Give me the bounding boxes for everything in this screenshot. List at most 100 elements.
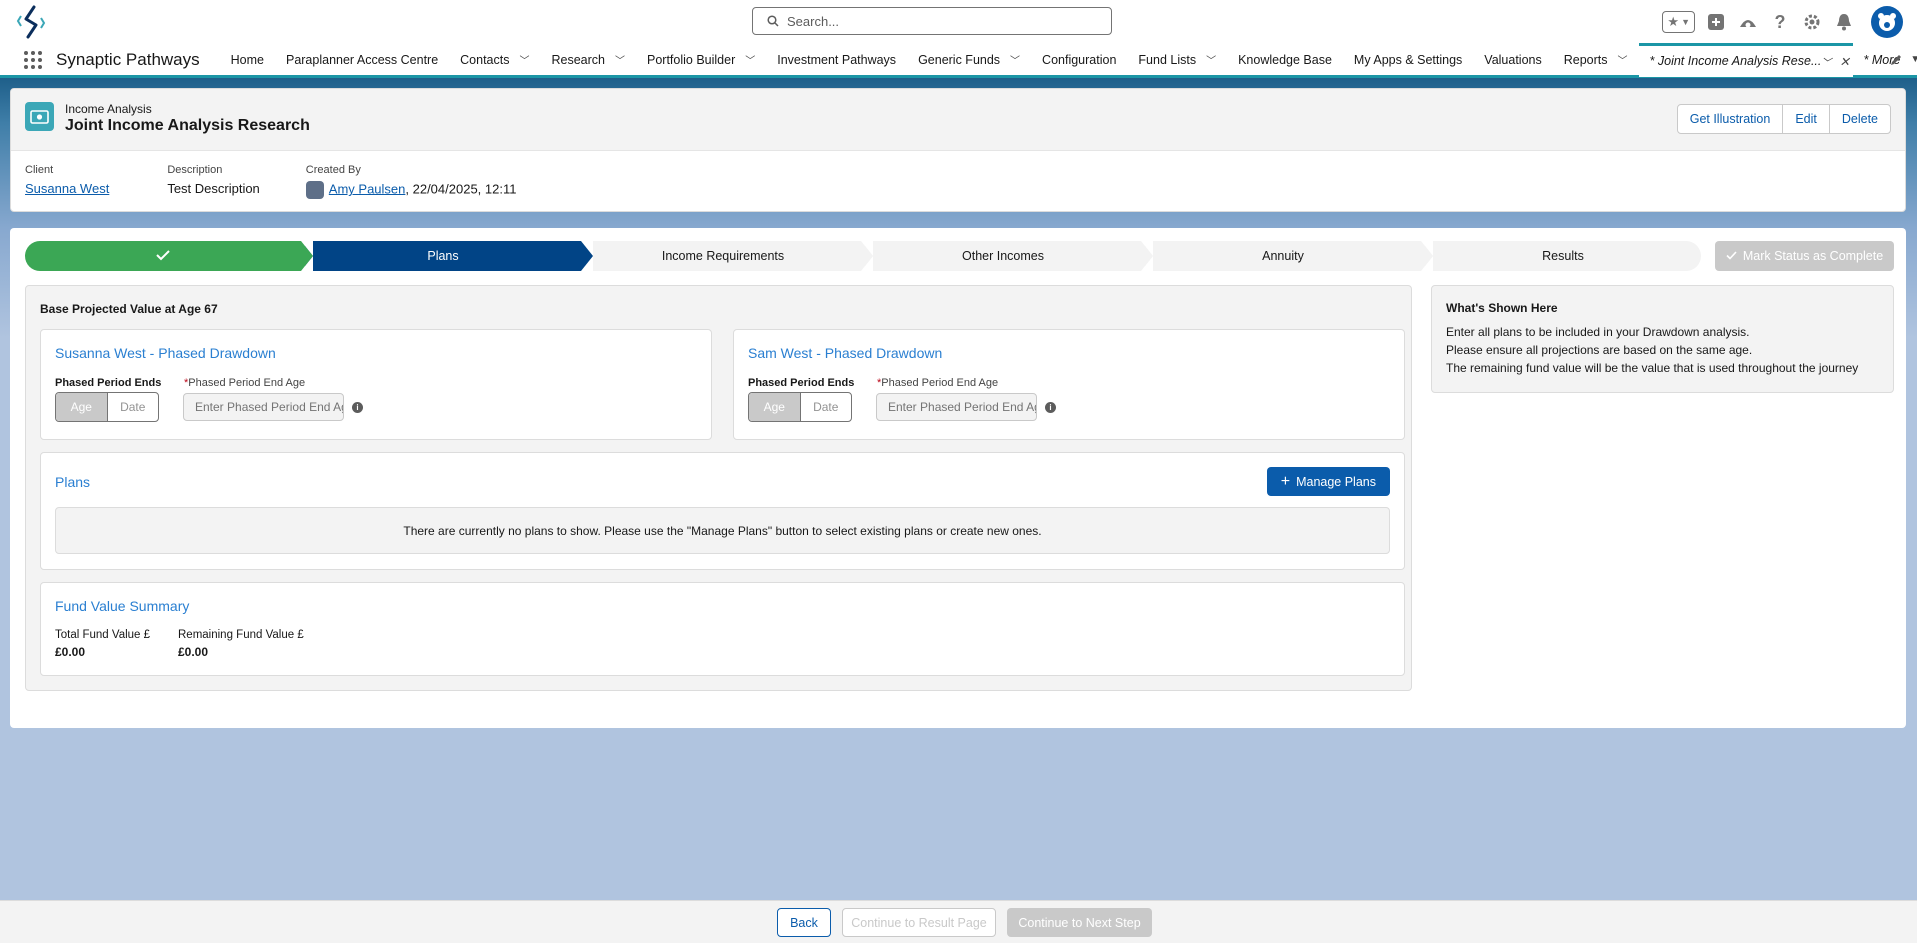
- chevron-down-icon[interactable]: ﹀: [1821, 54, 1831, 69]
- app-launcher-icon[interactable]: [24, 49, 42, 71]
- person1-end-age-input[interactable]: Enter Phased Period End Age: [183, 393, 344, 421]
- chevron-down-icon[interactable]: ﹀: [1010, 52, 1020, 67]
- income-analysis-record-icon: [25, 102, 54, 131]
- chevron-down-icon[interactable]: ﹀: [745, 52, 755, 67]
- client-field: Client Susanna West: [25, 164, 109, 199]
- toggle-date-option[interactable]: Date: [801, 393, 852, 421]
- help-line: Enter all plans to be included in your D…: [1446, 325, 1750, 339]
- created-date: , 22/04/2025, 12:11: [405, 181, 517, 197]
- edit-nav-pencil-icon[interactable]: [1889, 53, 1903, 70]
- checkmark-icon: [156, 249, 170, 264]
- client-label: Client: [25, 164, 54, 176]
- app-name: Synaptic Pathways: [56, 49, 200, 69]
- nav-item-paraplanner-access-centre[interactable]: Paraplanner Access Centre: [275, 43, 449, 77]
- remaining-fund-value-label: Remaining Fund Value £: [178, 629, 304, 641]
- footer-bar: Back Continue to Result Page Continue to…: [0, 900, 1917, 943]
- nav-more-menu[interactable]: * More ▼: [1853, 43, 1917, 77]
- favorites-button[interactable]: ★ ▼: [1662, 11, 1695, 33]
- fund-value-summary-box: Fund Value Summary Total Fund Value £ £0…: [40, 582, 1405, 676]
- search-icon: [767, 15, 779, 27]
- info-icon[interactable]: i: [1045, 402, 1056, 413]
- nav-item-configuration[interactable]: Configuration: [1031, 43, 1127, 77]
- toggle-date-option[interactable]: Date: [108, 393, 159, 421]
- created-by-label: Created By: [305, 164, 361, 176]
- nav-item-my-apps-settings[interactable]: My Apps & Settings: [1343, 43, 1473, 77]
- nav-item-reports[interactable]: Reports ﹀: [1553, 43, 1639, 77]
- chevron-down-icon[interactable]: ﹀: [1618, 52, 1628, 67]
- nav-item-home[interactable]: Home: [220, 43, 275, 77]
- chevron-down-icon[interactable]: ﹀: [615, 52, 625, 67]
- nav-item-fund-lists[interactable]: Fund Lists ﹀: [1127, 43, 1227, 77]
- add-icon: +: [1280, 472, 1291, 490]
- record-header-title-bar: Income Analysis Joint Income Analysis Re…: [11, 89, 1905, 151]
- nav-item-knowledge-base[interactable]: Knowledge Base: [1227, 43, 1343, 77]
- created-by-field: Created By Amy Paulsen, 22/04/2025, 12:1…: [305, 164, 517, 199]
- app-logo-icon[interactable]: [14, 4, 48, 40]
- plans-heading[interactable]: Plans: [55, 474, 90, 490]
- person2-drawdown-box: Sam West - Phased Drawdown Phased Period…: [733, 329, 1405, 440]
- person1-drawdown-box: Susanna West - Phased Drawdown Phased Pe…: [40, 329, 712, 440]
- person2-drawdown-heading[interactable]: Sam West - Phased Drawdown: [748, 345, 942, 361]
- record-title: Joint Income Analysis Research: [65, 117, 310, 134]
- help-panel: What's Shown Here Enter all plans to be …: [1431, 285, 1894, 393]
- path-step-annuity[interactable]: Annuity: [1141, 241, 1433, 271]
- toggle-age-option[interactable]: Age: [749, 393, 801, 421]
- path-step-income-requirements[interactable]: Income Requirements: [581, 241, 873, 271]
- chevron-down-icon: ▼: [1681, 17, 1690, 27]
- phased-period-ends-label: Phased Period Ends: [748, 377, 855, 389]
- search-placeholder: Search...: [787, 13, 840, 29]
- setup-gear-icon[interactable]: [1801, 11, 1823, 33]
- trailhead-icon[interactable]: [1737, 11, 1759, 33]
- chevron-down-icon[interactable]: ﹀: [520, 52, 530, 67]
- continue-to-next-step-button[interactable]: Continue to Next Step: [1007, 908, 1152, 937]
- tab-joint-income-analysis[interactable]: * Joint Income Analysis Rese... ﹀ ✕: [1638, 42, 1853, 77]
- total-fund-value: £0.00: [55, 645, 86, 659]
- info-icon[interactable]: i: [352, 402, 363, 413]
- continue-to-result-button[interactable]: Continue to Result Page: [842, 908, 996, 937]
- person1-drawdown-heading[interactable]: Susanna West - Phased Drawdown: [55, 345, 276, 361]
- mark-status-complete-button[interactable]: Mark Status as Complete: [1715, 241, 1894, 271]
- fund-value-summary-heading[interactable]: Fund Value Summary: [55, 598, 189, 614]
- notifications-bell-icon[interactable]: [1833, 11, 1855, 33]
- toggle-age-option[interactable]: Age: [56, 393, 108, 421]
- nav-item-portfolio-builder[interactable]: Portfolio Builder ﹀: [636, 43, 766, 77]
- no-plans-message: There are currently no plans to show. Pl…: [55, 507, 1390, 554]
- help-line: Please ensure all projections are based …: [1446, 343, 1753, 357]
- app-navigation-bar: Synaptic Pathways Home Paraplanner Acces…: [0, 42, 1917, 78]
- edit-button[interactable]: Edit: [1783, 105, 1830, 133]
- checkmark-icon: [1726, 249, 1737, 263]
- client-link[interactable]: Susanna West: [25, 181, 109, 196]
- back-button[interactable]: Back: [777, 908, 831, 937]
- user-avatar[interactable]: [1871, 6, 1903, 38]
- caret-down-icon: ▼: [1910, 54, 1917, 65]
- global-search-input[interactable]: Search...: [752, 7, 1112, 35]
- person2-end-age-input[interactable]: Enter Phased Period End Age: [876, 393, 1037, 421]
- record-action-buttons: Get Illustration Edit Delete: [1676, 104, 1891, 134]
- nav-item-generic-funds[interactable]: Generic Funds ﹀: [907, 43, 1031, 77]
- base-projected-value-title: Base Projected Value at Age 67: [40, 302, 218, 316]
- active-tab-label: * Joint Income Analysis Rese...: [1649, 54, 1822, 68]
- remaining-fund-value-field: Remaining Fund Value £ £0.00: [178, 629, 304, 659]
- nav-item-valuations[interactable]: Valuations: [1473, 43, 1552, 77]
- get-illustration-button[interactable]: Get Illustration: [1678, 105, 1784, 133]
- person1-ends-toggle[interactable]: Age Date: [55, 392, 159, 422]
- creator-link[interactable]: Amy Paulsen: [329, 181, 406, 196]
- close-tab-icon[interactable]: ✕: [1839, 54, 1849, 69]
- manage-plans-button[interactable]: + Manage Plans: [1266, 467, 1390, 496]
- nav-item-investment-pathways[interactable]: Investment Pathways: [766, 43, 907, 77]
- path-step-other-incomes[interactable]: Other Incomes: [861, 241, 1153, 271]
- star-icon: ★: [1667, 14, 1680, 29]
- path-step-results[interactable]: Results: [1421, 241, 1701, 271]
- help-icon[interactable]: ?: [1769, 11, 1791, 33]
- global-actions-icon[interactable]: [1705, 11, 1727, 33]
- nav-item-contacts[interactable]: Contacts ﹀: [449, 43, 540, 77]
- chevron-down-icon[interactable]: ﹀: [1206, 52, 1216, 67]
- phased-period-end-age-label: Phased Period End Age: [188, 377, 306, 389]
- delete-button[interactable]: Delete: [1830, 105, 1890, 133]
- person2-ends-toggle[interactable]: Age Date: [748, 392, 852, 422]
- nav-item-research[interactable]: Research ﹀: [541, 43, 637, 77]
- path-step-plans[interactable]: Plans: [301, 241, 593, 271]
- path-step-complete[interactable]: [25, 241, 313, 271]
- main-content-card: Plans Income Requirements Other Incomes …: [10, 228, 1906, 728]
- plans-panel: Base Projected Value at Age 67 Susanna W…: [25, 285, 1412, 691]
